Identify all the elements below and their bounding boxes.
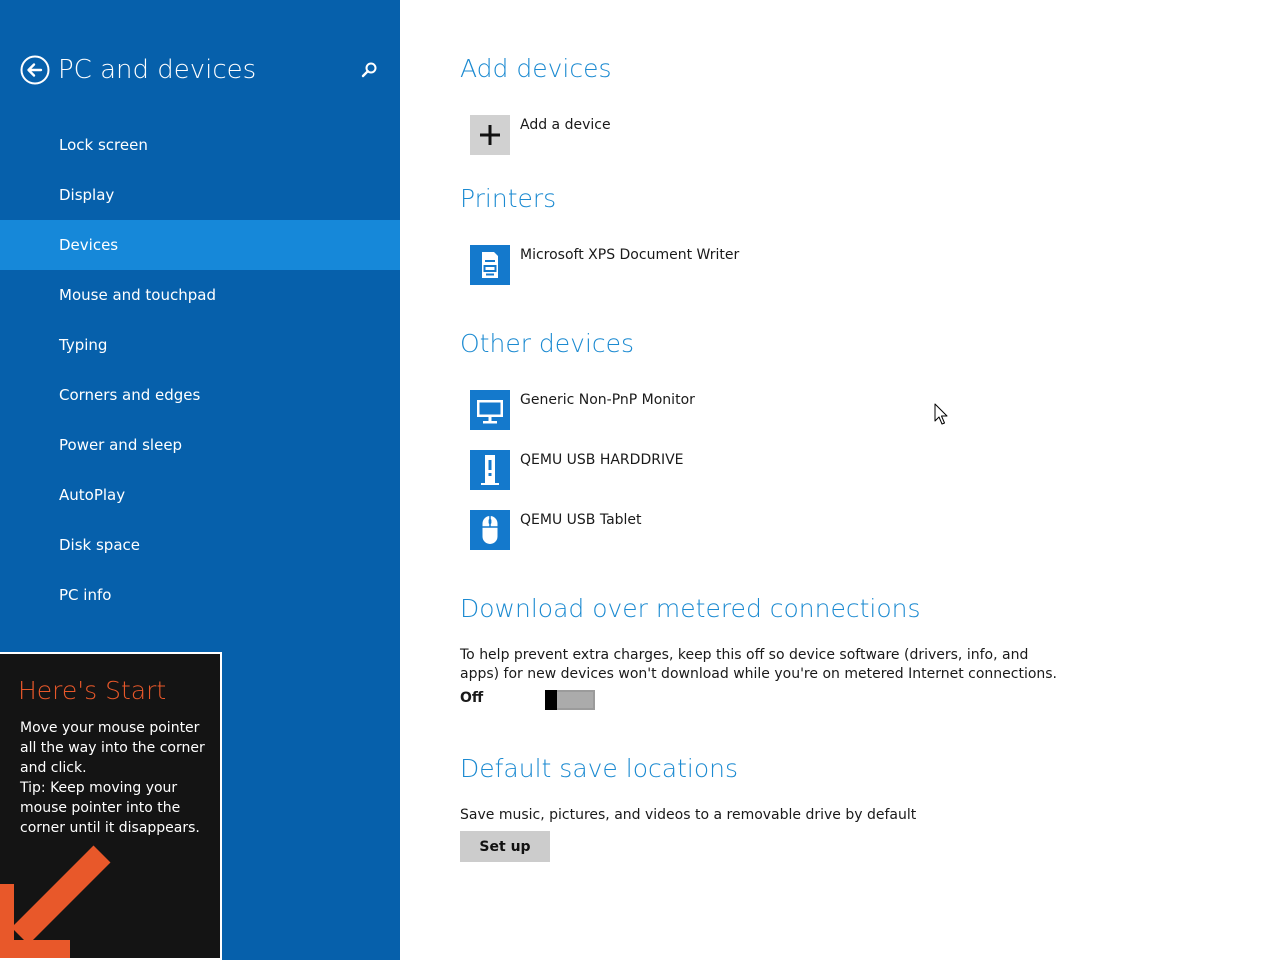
sidebar-item-autoplay[interactable]: AutoPlay bbox=[0, 470, 400, 520]
device-label: Microsoft XPS Document Writer bbox=[520, 247, 740, 263]
metered-toggle[interactable] bbox=[545, 690, 595, 710]
search-icon bbox=[361, 62, 377, 78]
sidebar-header: PC and devices bbox=[20, 52, 380, 88]
device-tile bbox=[470, 245, 510, 285]
add-device-tile bbox=[470, 115, 510, 155]
sidebar-nav: Lock screen Display Devices Mouse and to… bbox=[0, 120, 400, 620]
metered-toggle-state: Off bbox=[460, 690, 484, 706]
add-device-label: Add a device bbox=[520, 117, 611, 133]
device-item-xps-writer[interactable]: Microsoft XPS Document Writer bbox=[470, 245, 970, 287]
sidebar-item-lock-screen[interactable]: Lock screen bbox=[0, 120, 400, 170]
section-title-metered: Download over metered connections bbox=[460, 594, 921, 623]
sidebar-item-power-and-sleep[interactable]: Power and sleep bbox=[0, 420, 400, 470]
set-up-button[interactable]: Set up bbox=[460, 831, 550, 862]
main-content: Add devices Add a device Printers Micros… bbox=[400, 0, 1280, 960]
monitor-icon bbox=[477, 400, 503, 424]
mouse-icon bbox=[482, 516, 498, 544]
printer-icon bbox=[482, 252, 498, 278]
sidebar-item-corners-and-edges[interactable]: Corners and edges bbox=[0, 370, 400, 420]
sidebar-item-pc-info[interactable]: PC info bbox=[0, 570, 400, 620]
device-item-monitor[interactable]: Generic Non-PnP Monitor bbox=[470, 390, 970, 432]
device-label: QEMU USB Tablet bbox=[520, 512, 642, 528]
device-item-usb-tablet[interactable]: QEMU USB Tablet bbox=[470, 510, 970, 552]
device-tile bbox=[470, 510, 510, 550]
sidebar-item-display[interactable]: Display bbox=[0, 170, 400, 220]
search-button[interactable] bbox=[358, 59, 380, 81]
section-title-add-devices: Add devices bbox=[460, 54, 612, 83]
section-title-printers: Printers bbox=[460, 184, 557, 213]
save-locations-description: Save music, pictures, and videos to a re… bbox=[460, 807, 917, 823]
section-title-save-locations: Default save locations bbox=[460, 754, 738, 783]
start-tip-title: Here's Start bbox=[18, 676, 167, 705]
sidebar-item-typing[interactable]: Typing bbox=[0, 320, 400, 370]
device-label: QEMU USB HARDDRIVE bbox=[520, 452, 684, 468]
metered-description: To help prevent extra charges, keep this… bbox=[460, 647, 1058, 682]
back-arrow-icon bbox=[20, 55, 50, 85]
device-label: Generic Non-PnP Monitor bbox=[520, 392, 695, 408]
back-button[interactable] bbox=[20, 55, 50, 85]
corner-arrow-icon bbox=[0, 845, 111, 958]
start-tip-popup: Here's Start Move your mouse pointer all… bbox=[0, 652, 222, 960]
toggle-thumb bbox=[545, 690, 557, 710]
plus-icon bbox=[480, 125, 500, 145]
device-tile bbox=[470, 390, 510, 430]
start-tip-text: Move your mouse pointer all the way into… bbox=[20, 720, 205, 836]
usb-drive-icon bbox=[481, 455, 499, 485]
device-item-usb-harddrive[interactable]: QEMU USB HARDDRIVE bbox=[470, 450, 970, 492]
add-device-button[interactable]: Add a device bbox=[470, 115, 970, 157]
section-title-other-devices: Other devices bbox=[460, 329, 635, 358]
device-tile bbox=[470, 450, 510, 490]
sidebar-item-devices[interactable]: Devices bbox=[0, 220, 400, 270]
page-title: PC and devices bbox=[58, 55, 257, 85]
sidebar-item-disk-space[interactable]: Disk space bbox=[0, 520, 400, 570]
mouse-pointer-icon bbox=[934, 403, 948, 425]
sidebar-item-mouse-and-touchpad[interactable]: Mouse and touchpad bbox=[0, 270, 400, 320]
